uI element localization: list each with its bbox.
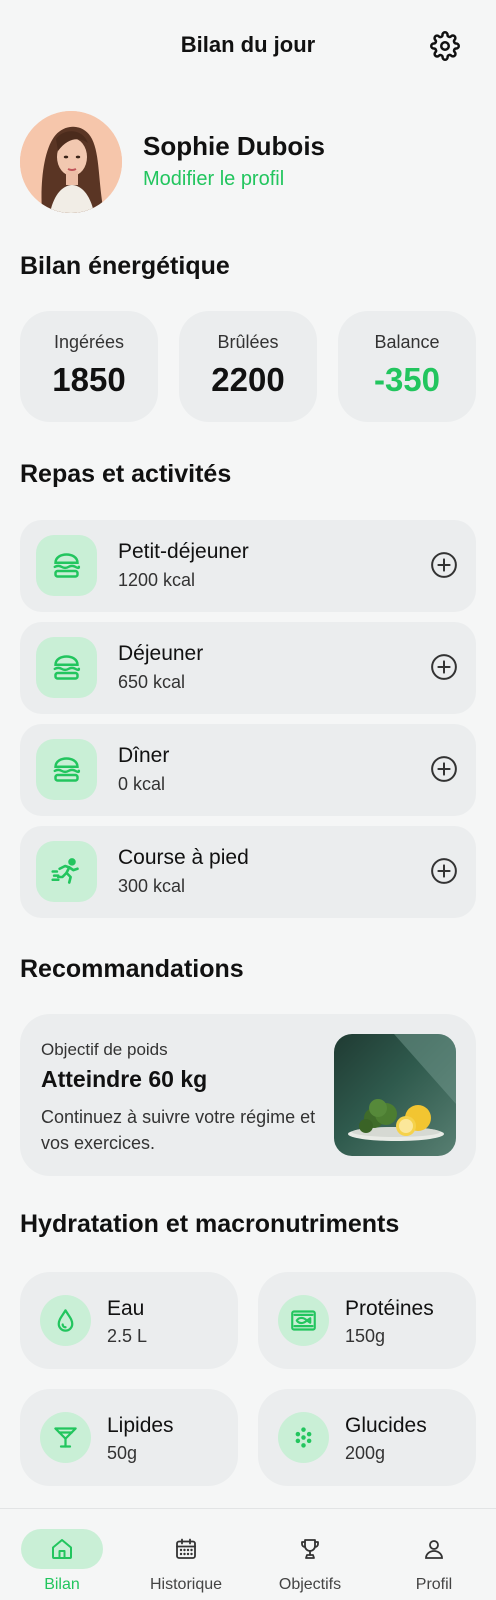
- recommendations-section-title: Recommandations: [20, 955, 244, 983]
- stat-label: Brûlées: [217, 332, 279, 352]
- bottom-tab-bar: Bilan Historique Objectifs Profil: [0, 1508, 496, 1600]
- macro-tile-water[interactable]: Eau 2.5 L: [20, 1272, 238, 1369]
- list-item[interactable]: Petit-déjeuner 1200 kcal: [20, 520, 476, 612]
- recommendation-title: Atteindre 60 kg: [41, 1066, 208, 1092]
- list-item-title: Petit-déjeuner: [118, 540, 249, 563]
- profile-section: Sophie Dubois Modifier le profil: [20, 111, 480, 213]
- trophy-icon: [301, 1539, 319, 1559]
- water-drop-icon: [40, 1295, 91, 1346]
- home-icon: [52, 1539, 72, 1559]
- macro-tile-fat[interactable]: Lipides 50g: [20, 1389, 238, 1486]
- macro-title: Protéines: [345, 1297, 434, 1320]
- stat-label: Balance: [374, 332, 440, 352]
- list-item[interactable]: Déjeuner 650 kcal: [20, 622, 476, 714]
- macro-value: 200g: [345, 1443, 386, 1463]
- avatar[interactable]: [20, 111, 122, 213]
- macro-tile-protein[interactable]: Protéines 150g: [258, 1272, 476, 1369]
- fish-icon: [278, 1295, 329, 1346]
- gear-icon[interactable]: [430, 31, 460, 61]
- tab-bilan[interactable]: Bilan: [12, 1519, 112, 1595]
- burger-icon: [36, 637, 97, 698]
- grain-icon: [278, 1412, 329, 1463]
- stat-card-balance: Balance -350: [338, 311, 476, 422]
- macros-section-title: Hydratation et macronutriments: [20, 1210, 400, 1238]
- stat-label: Ingérées: [53, 332, 125, 352]
- tab-indicator: [21, 1529, 103, 1569]
- add-circle-icon[interactable]: [429, 754, 459, 784]
- list-item-title: Course à pied: [118, 846, 249, 869]
- tab-label: Bilan: [44, 1576, 80, 1593]
- add-circle-icon[interactable]: [429, 550, 459, 580]
- tab-label: Profil: [415, 1576, 453, 1593]
- burger-icon: [36, 535, 97, 596]
- list-item-kcal: 300 kcal: [118, 876, 186, 896]
- macro-title: Eau: [107, 1297, 145, 1320]
- user-icon: [425, 1540, 443, 1559]
- tab-historique[interactable]: Historique: [136, 1519, 236, 1595]
- meals-section-title: Repas et activités: [20, 460, 232, 488]
- macro-title: Lipides: [107, 1414, 174, 1437]
- food-image: [334, 1034, 456, 1156]
- list-item[interactable]: Course à pied 300 kcal: [20, 826, 476, 918]
- macro-tile-carbs[interactable]: Glucides 200g: [258, 1389, 476, 1486]
- list-item-kcal: 0 kcal: [118, 774, 166, 794]
- cocktail-icon: [40, 1412, 91, 1463]
- recommendation-card[interactable]: Objectif de poids Atteindre 60 kg Contin…: [20, 1014, 476, 1176]
- macro-title: Glucides: [345, 1414, 427, 1437]
- tab-profil[interactable]: Profil: [384, 1519, 484, 1595]
- recommendation-overline: Objectif de poids: [41, 1040, 168, 1059]
- stat-value: 1850: [52, 361, 126, 398]
- list-item-title: Déjeuner: [118, 642, 204, 665]
- app-header: Bilan du jour: [0, 0, 496, 90]
- list-item-kcal: 1200 kcal: [118, 570, 196, 590]
- stat-card-burned: Brûlées 2200: [179, 311, 317, 422]
- page-title: Bilan du jour: [180, 32, 316, 57]
- tab-indicator: [269, 1529, 351, 1569]
- macro-value: 50g: [107, 1443, 138, 1463]
- recommendation-text: Continuez à suivre votre régime et vos e…: [41, 1107, 316, 1153]
- add-circle-icon[interactable]: [429, 856, 459, 886]
- running-icon: [36, 841, 97, 902]
- tab-label: Historique: [149, 1576, 223, 1593]
- stat-value: -350: [373, 361, 441, 398]
- calendar-icon: [176, 1538, 196, 1559]
- profile-name: Sophie Dubois: [143, 131, 325, 161]
- list-item-kcal: 650 kcal: [118, 672, 186, 692]
- tab-indicator: [393, 1529, 475, 1569]
- macro-value: 2.5 L: [107, 1326, 148, 1346]
- stat-value: 2200: [211, 361, 285, 398]
- tab-indicator: [145, 1529, 227, 1569]
- tab-label: Objectifs: [278, 1576, 342, 1593]
- burger-icon: [36, 739, 97, 800]
- energy-section-title: Bilan énergétique: [20, 252, 230, 280]
- stat-card-ingested: Ingérées 1850: [20, 311, 158, 422]
- tab-objectifs[interactable]: Objectifs: [260, 1519, 360, 1595]
- list-item-title: Dîner: [118, 744, 170, 767]
- macro-value: 150g: [345, 1326, 386, 1346]
- list-item[interactable]: Dîner 0 kcal: [20, 724, 476, 816]
- add-circle-icon[interactable]: [429, 652, 459, 682]
- edit-profile-link[interactable]: Modifier le profil: [143, 168, 284, 191]
